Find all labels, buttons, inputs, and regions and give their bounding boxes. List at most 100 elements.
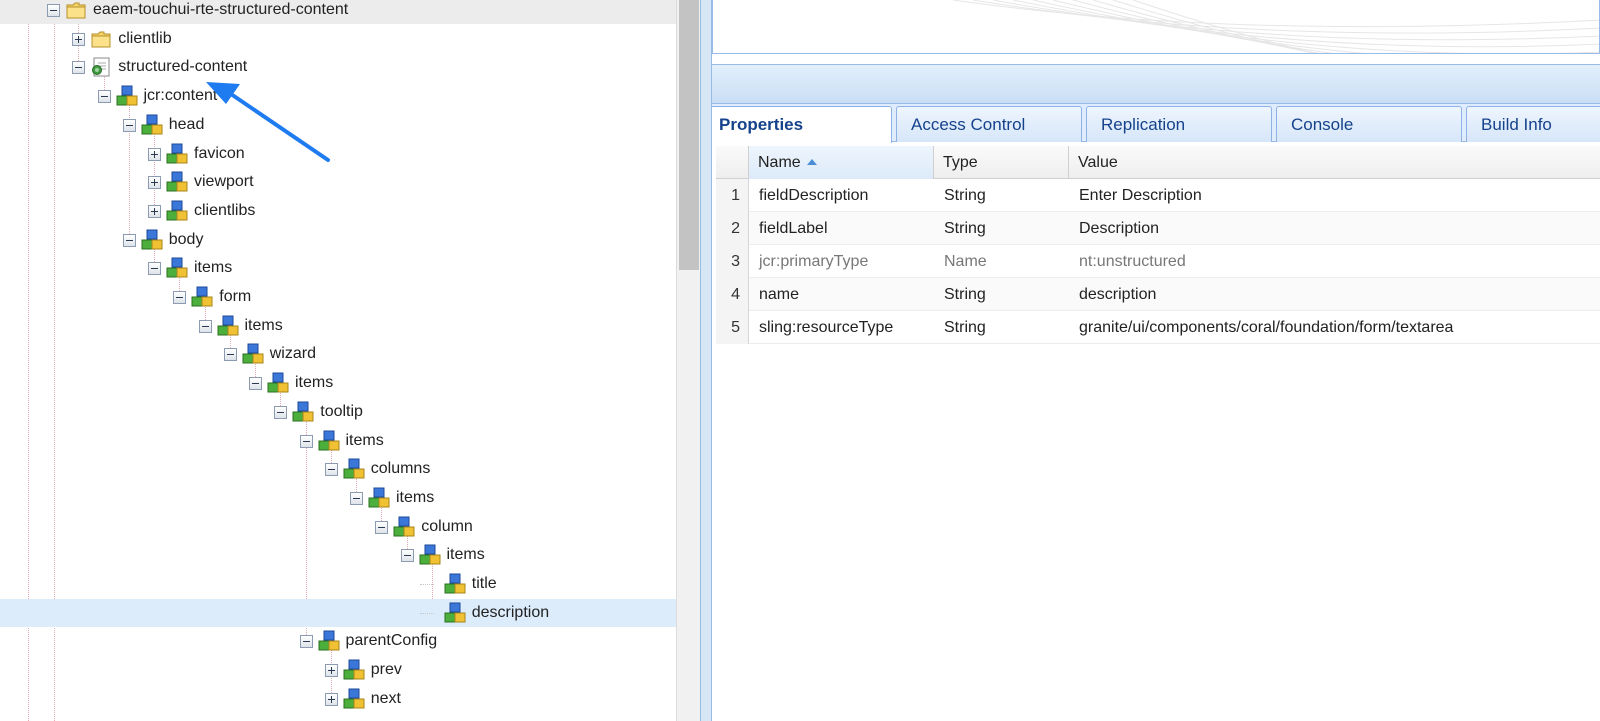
column-header-name[interactable]: Name xyxy=(749,146,934,179)
property-name: name xyxy=(759,286,800,303)
row-number: 4 xyxy=(716,278,749,311)
tree-node-label: structured-content xyxy=(118,58,248,76)
tab-access-control[interactable]: Access Control xyxy=(896,106,1082,142)
tree-node-label: items xyxy=(446,546,485,564)
expand-icon[interactable] xyxy=(148,204,161,218)
tree-node[interactable]: prev xyxy=(0,656,676,684)
node-icon xyxy=(166,171,188,193)
collapse-icon[interactable] xyxy=(299,434,313,448)
column-header-label: Value xyxy=(1078,154,1118,171)
property-row[interactable]: 4 name String description xyxy=(716,278,1600,311)
tree-scrollbar-thumb[interactable] xyxy=(679,0,699,270)
node-icon xyxy=(217,315,239,337)
node-icon xyxy=(141,229,163,251)
node-icon xyxy=(191,286,213,308)
property-row[interactable]: 5 sling:resourceType String granite/ui/comp… xyxy=(716,311,1600,344)
row-number: 5 xyxy=(716,311,749,344)
node-icon xyxy=(166,257,188,279)
tree-node-label: wizard xyxy=(269,345,316,363)
tree-node[interactable]: head xyxy=(0,111,676,139)
tree-node[interactable]: parentConfig xyxy=(0,627,676,655)
column-header-value[interactable]: Value xyxy=(1069,146,1600,179)
collapse-icon[interactable] xyxy=(375,520,389,534)
collapse-icon[interactable] xyxy=(122,118,136,132)
collapse-icon[interactable] xyxy=(173,291,187,304)
tree-node[interactable]: items xyxy=(0,254,676,282)
expand-icon[interactable] xyxy=(148,176,161,190)
node-icon xyxy=(242,343,264,365)
property-type: String xyxy=(944,187,986,204)
collapse-icon[interactable] xyxy=(223,348,237,362)
property-row[interactable]: 1 fieldDescription String Enter Description xyxy=(716,179,1600,212)
tree-node-label: column xyxy=(421,517,473,535)
tree-node[interactable]: form xyxy=(0,283,676,311)
tree-scrollbar[interactable] xyxy=(676,0,700,721)
tree-node[interactable]: items xyxy=(0,427,676,455)
collapse-icon[interactable] xyxy=(47,4,60,17)
tab-bar: Properties Access Control Replication Co… xyxy=(712,104,1600,143)
tree-connector xyxy=(419,584,434,585)
tree-node[interactable]: column xyxy=(0,513,676,541)
tree-node-label: head xyxy=(168,115,205,133)
tree-node[interactable]: viewport xyxy=(0,168,676,196)
collapse-icon[interactable] xyxy=(198,319,212,333)
property-value: Description xyxy=(1079,220,1160,237)
collapse-icon[interactable] xyxy=(299,635,313,649)
collapse-icon[interactable] xyxy=(324,463,338,477)
tree-node[interactable]: clientlibs xyxy=(0,197,676,225)
tab-console[interactable]: Console xyxy=(1276,106,1462,142)
tree-node-label: favicon xyxy=(194,144,245,162)
tree-node-label: items xyxy=(244,316,283,334)
tree-node[interactable]: items xyxy=(0,541,676,569)
tab-properties[interactable]: Properties xyxy=(712,106,892,143)
tree-node[interactable]: jcr:content xyxy=(0,82,676,110)
tree-node[interactable]: description xyxy=(0,598,676,627)
collapse-icon[interactable] xyxy=(249,377,262,391)
property-row[interactable]: 3 jcr:primaryType Name nt:unstructured xyxy=(716,245,1600,278)
tree-node[interactable]: wizard xyxy=(0,340,676,368)
grid-header: Name Type Value xyxy=(716,146,1600,179)
tree-node[interactable]: clientlib xyxy=(0,25,676,53)
node-icon xyxy=(318,630,340,652)
tree-node-label: title xyxy=(471,575,497,592)
tree-node-label: columns xyxy=(370,460,431,478)
tree-node[interactable]: favicon xyxy=(0,140,676,168)
collapse-icon[interactable] xyxy=(148,262,161,276)
tree-node[interactable]: items xyxy=(0,312,676,340)
tree-node[interactable]: structured-content xyxy=(0,53,676,81)
tree-node[interactable]: tooltip xyxy=(0,398,676,426)
row-number-header xyxy=(716,146,749,179)
tree-node[interactable]: body xyxy=(0,226,676,254)
property-row[interactable]: 2 fieldLabel String Description xyxy=(716,212,1600,245)
node-icon xyxy=(141,114,163,136)
panel-splitter[interactable] xyxy=(700,0,712,721)
collapse-icon[interactable] xyxy=(122,233,136,247)
tree-node-label: clientlib xyxy=(118,29,172,47)
tree-node[interactable]: items xyxy=(0,369,676,397)
tree-node[interactable]: eaem-touchui-rte-structured-content xyxy=(0,0,676,24)
panel-header-strip xyxy=(712,64,1600,104)
collapse-icon[interactable] xyxy=(97,90,111,104)
tree-node[interactable]: columns xyxy=(0,455,676,483)
collapse-icon[interactable] xyxy=(72,61,86,75)
tree-node[interactable]: next xyxy=(0,685,676,713)
tree-node-label: form xyxy=(219,288,252,305)
expand-icon[interactable] xyxy=(72,32,86,46)
tab-label: Build Info xyxy=(1481,115,1552,134)
tree-node-label: parentConfig xyxy=(345,632,438,650)
collapse-icon[interactable] xyxy=(400,549,414,563)
tree-node[interactable]: items xyxy=(0,484,676,512)
node-icon xyxy=(343,688,365,710)
expand-icon[interactable] xyxy=(324,664,338,678)
property-type: String xyxy=(944,319,986,336)
tree-node[interactable]: title xyxy=(0,570,676,598)
tab-build-info[interactable]: Build Info xyxy=(1466,106,1600,142)
property-value: description xyxy=(1079,286,1157,303)
column-header-type[interactable]: Type xyxy=(934,146,1069,179)
tab-replication[interactable]: Replication xyxy=(1086,106,1272,142)
row-number: 1 xyxy=(716,179,749,212)
expand-icon[interactable] xyxy=(148,147,161,161)
collapse-icon[interactable] xyxy=(274,405,288,419)
collapse-icon[interactable] xyxy=(350,491,363,505)
expand-icon[interactable] xyxy=(324,692,338,706)
